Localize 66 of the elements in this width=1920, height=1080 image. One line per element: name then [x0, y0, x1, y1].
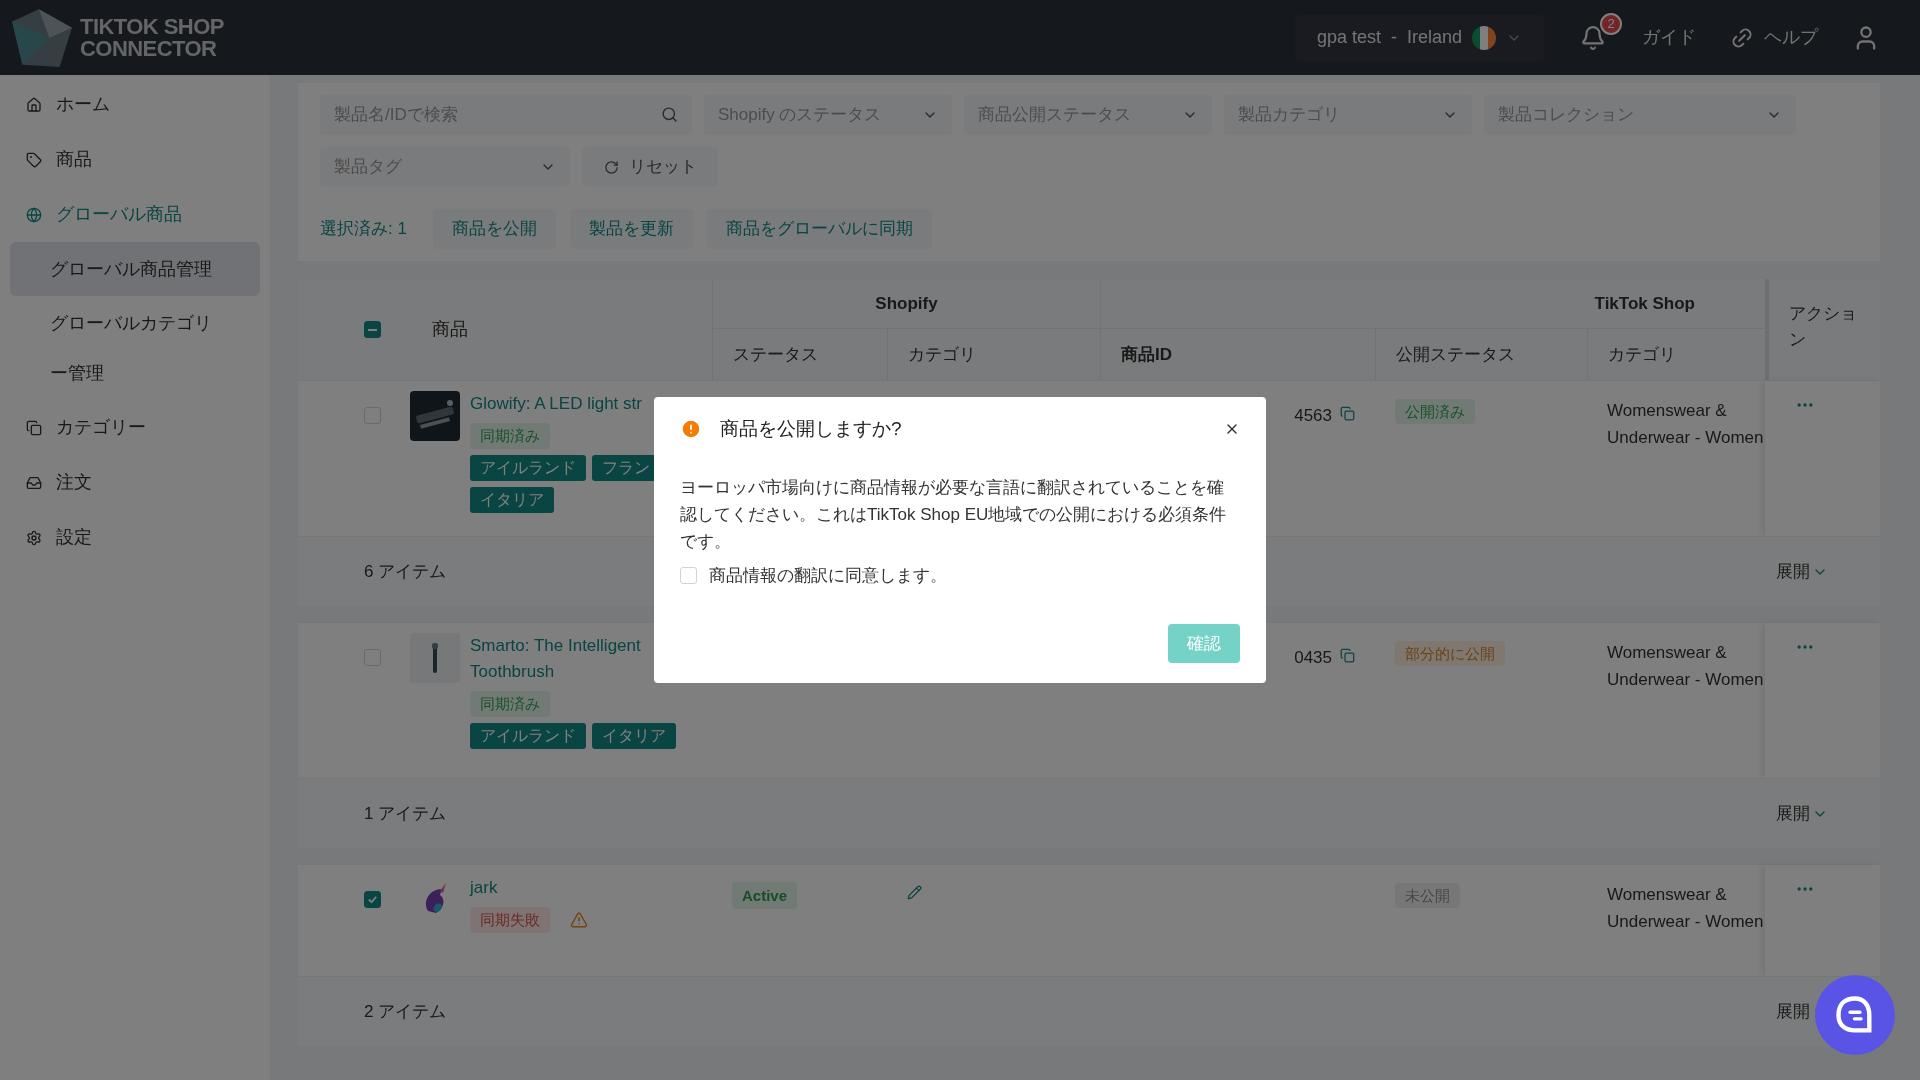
sidebar-item[interactable]: 設定 [0, 510, 270, 565]
copy-icon[interactable] [1340, 648, 1355, 663]
item-count: 2 アイテム [364, 1000, 447, 1023]
sync-status: 同期済み [470, 423, 550, 449]
sidebar-item[interactable]: 注文 [0, 455, 270, 510]
logo-text: TIKTOK SHOP [80, 15, 224, 38]
tag-icon [26, 151, 42, 168]
category-text: Womenswear & Underwear - Women [1607, 400, 1765, 449]
region-tag: アイルランド [470, 455, 586, 481]
bulk-action-button[interactable]: 製品を更新 [569, 209, 693, 249]
bulk-action-button[interactable]: 商品をグローバルに同期 [706, 209, 932, 249]
sidebar-item[interactable]: 商品 [0, 132, 270, 187]
product-id: 4563 [1294, 405, 1332, 427]
product-name[interactable]: Glowify: A LED light str [470, 391, 642, 417]
sidebar-item[interactable]: カテゴリー [0, 400, 270, 455]
edit-icon[interactable] [907, 885, 922, 900]
sidebar-item[interactable]: グローバル商品 [0, 187, 270, 242]
sidebar-item[interactable]: ホーム [0, 77, 270, 132]
category-text: Womenswear & Underwear - Women [1607, 642, 1765, 691]
store-selector[interactable]: gpa test - Ireland [1294, 14, 1544, 61]
flag-icon [1472, 25, 1496, 50]
item-count: 1 アイテム [364, 802, 447, 825]
copy-icon[interactable] [1340, 406, 1355, 421]
column-group-header: TikTok Shop [1100, 279, 1765, 329]
region-tag: イタリア [592, 723, 676, 749]
bulk-action-button[interactable]: 商品を公開 [432, 209, 556, 249]
region-tag: アイルランド [470, 723, 586, 749]
status-tag: Active [732, 882, 798, 909]
product-id: 0435 [1294, 647, 1332, 669]
warning-icon [680, 418, 702, 441]
confirm-button[interactable]: 確認 [1168, 624, 1240, 663]
checkbox-label: 商品情報の翻訳に同意します。 [709, 564, 947, 587]
row-checkbox[interactable] [364, 891, 381, 908]
agree-checkbox[interactable] [680, 566, 697, 584]
search-icon [661, 106, 678, 123]
check-icon [367, 894, 378, 905]
item-count: 6 アイテム [364, 560, 447, 583]
publish-status: 部分的に公開 [1395, 641, 1505, 666]
publish-status: 公開済み [1395, 399, 1475, 424]
logo-text: CONNECTOR [80, 37, 218, 60]
reload-icon [603, 159, 619, 175]
region-tag: イタリア [470, 487, 554, 513]
globe-icon [26, 206, 42, 223]
copy-icon [26, 419, 42, 436]
select-all-checkbox[interactable] [364, 321, 381, 338]
submenu-item[interactable]: グローバル商品管理 [10, 242, 260, 296]
selection-count: 選択済み: 1 [320, 218, 407, 241]
column-group-header: Shopify [712, 279, 1100, 329]
expand-button[interactable]: 展開 [1776, 800, 1828, 827]
sync-status: 同期済み [470, 691, 550, 717]
column-header: 商品 [431, 318, 469, 341]
category-text: Womenswear & Underwear - Women [1607, 884, 1765, 933]
notification-badge: 2 [1600, 12, 1622, 35]
home-icon [26, 96, 42, 113]
expand-button[interactable]: 展開 [1776, 558, 1828, 585]
guide-link[interactable]: ガイド [1642, 24, 1696, 51]
dialog-message: ヨーロッパ市場向けに商品情報が必要な言語に翻訳されていることを確認してください。これはTikTok Shop EU地域での公開における必須条件です。 [680, 476, 1228, 553]
warning-icon [570, 911, 588, 929]
reset-button[interactable]: リセット [582, 147, 718, 187]
sync-status: 同期失敗 [470, 907, 550, 933]
help-link[interactable]: ヘルプ [1730, 24, 1818, 51]
settings-icon [26, 529, 42, 546]
bell-icon [1580, 24, 1606, 51]
dialog-title: 商品を公開しますか? [720, 417, 902, 441]
product-name[interactable]: jark [470, 875, 498, 901]
inbox-icon [26, 474, 42, 491]
